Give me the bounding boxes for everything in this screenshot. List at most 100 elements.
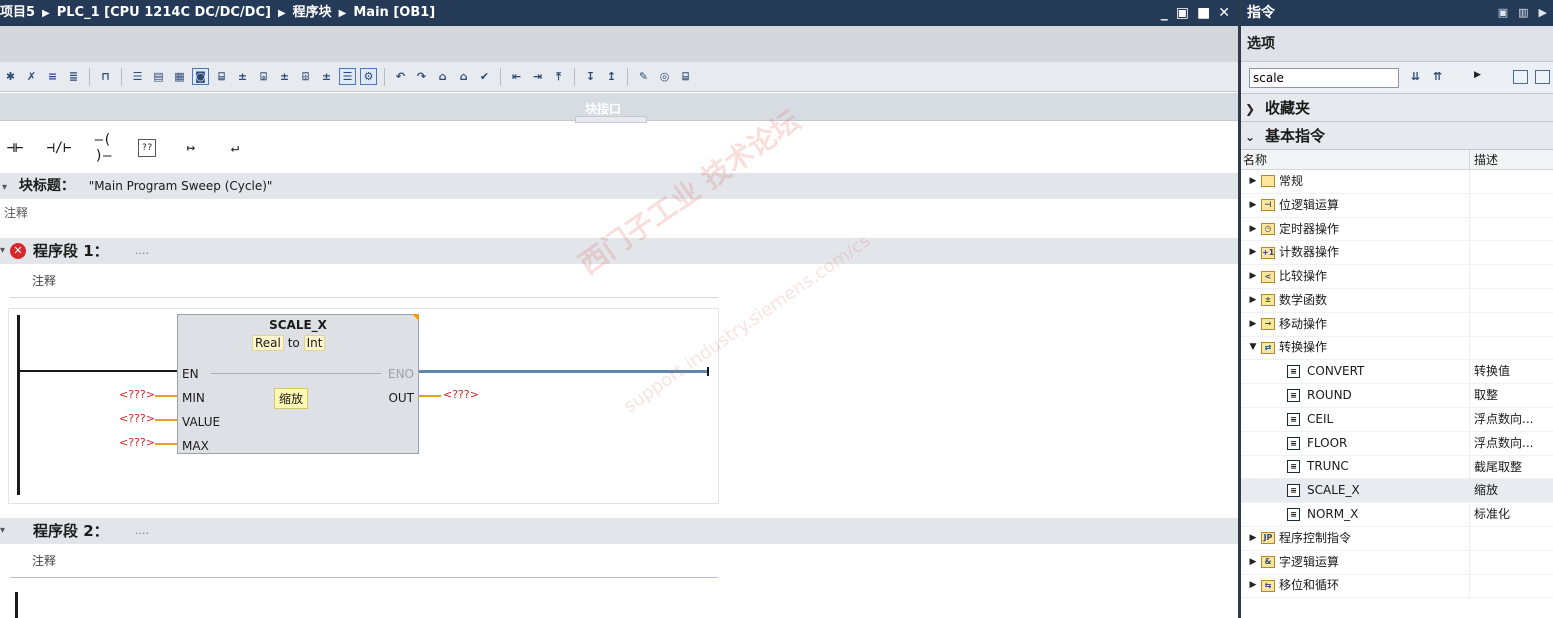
close-icon[interactable]: ✕ [1218, 0, 1230, 26]
instruction-folder[interactable]: ▶ ◷ 定时器操作 [1241, 217, 1553, 242]
instruction-item[interactable]: ≡ FLOOR 浮点数向... [1241, 431, 1553, 456]
collapsed-arrow-icon[interactable]: ▶ [1247, 194, 1259, 217]
collapsed-arrow-icon[interactable]: ▶ [1247, 218, 1259, 241]
collapse-arrow-icon[interactable]: ▾ [0, 238, 5, 264]
call-hierarchy-icon[interactable]: ⌂ [434, 68, 451, 85]
maximize-icon[interactable]: ■ [1197, 0, 1210, 26]
instruction-item[interactable]: ≡ CEIL 浮点数向... [1241, 407, 1553, 432]
open-branch-icon[interactable]: ↦ [176, 140, 206, 156]
instruction-item[interactable]: ≡ SCALE_X 缩放 [1241, 479, 1553, 504]
type-out-select[interactable]: Int [303, 335, 326, 351]
instruction-item[interactable]: ≡ TRUNC 截尾取整 [1241, 455, 1553, 480]
collapsed-arrow-icon[interactable]: ▶ [1247, 265, 1259, 288]
db-icon[interactable]: ⌸ [677, 68, 694, 85]
open-branch-icon[interactable]: ⊓ [97, 68, 114, 85]
search-up-icon[interactable]: ⇈ [1433, 70, 1442, 83]
absolute-address-icon[interactable]: ⌺ [255, 68, 272, 85]
monitoring-on-icon[interactable]: ↶ [392, 68, 409, 85]
no-contact-icon[interactable]: ⊣⊢ [0, 140, 30, 156]
value-operand[interactable]: <???> [119, 412, 155, 425]
table-view-icon[interactable]: ▤ [150, 68, 167, 85]
collapsed-arrow-icon[interactable]: ▶ [1247, 527, 1259, 550]
instruction-folder[interactable]: ▶ → 移动操作 [1241, 312, 1553, 337]
cross-reference-icon[interactable]: ⌂ [455, 68, 472, 85]
list-view-icon[interactable] [1535, 70, 1550, 84]
split-pane-icon[interactable]: ▥ [1518, 0, 1528, 26]
search-input[interactable] [1249, 68, 1399, 88]
append-row-icon[interactable]: ≣ [65, 68, 82, 85]
collapsed-arrow-icon[interactable]: ▶ [1247, 241, 1259, 264]
compile-icon[interactable]: ✔ [476, 68, 493, 85]
search-down-icon[interactable]: ⇊ [1411, 70, 1420, 83]
block-title-row[interactable]: ▾ 块标题： "Main Program Sweep (Cycle)" [0, 173, 1238, 199]
watch-icon[interactable]: ◎ [656, 68, 673, 85]
view-toggle-icon[interactable] [1513, 70, 1528, 84]
network-1-comment[interactable]: 注释 [10, 268, 718, 298]
go-next-error-icon[interactable]: ⇥ [529, 68, 546, 85]
basic-instructions-section[interactable]: ⌄ 基本指令 [1241, 122, 1553, 150]
breadcrumb-project[interactable]: 项目5 [0, 0, 35, 26]
operand-info-icon[interactable]: ⌹ [297, 68, 314, 85]
expanded-arrow-icon[interactable]: ▼ [1247, 337, 1259, 360]
empty-box-icon[interactable]: ?? [138, 139, 156, 157]
insert-row-icon[interactable]: ≡ [44, 68, 61, 85]
upload-icon[interactable]: ↥ [603, 68, 620, 85]
nc-contact-icon[interactable]: ⊣/⊢ [44, 140, 74, 156]
max-operand[interactable]: <???> [119, 436, 155, 449]
go-first-icon[interactable]: ⤒ [550, 68, 567, 85]
block-title-value[interactable]: "Main Program Sweep (Cycle)" [89, 179, 273, 193]
float-pane-icon[interactable]: ▣ [1498, 0, 1508, 26]
instruction-folder[interactable]: ▶ ⇆ 移位和循环 [1241, 574, 1553, 599]
network-1-header[interactable]: ▾ ✕ 程序段 1： .... [0, 238, 1238, 264]
instruction-folder[interactable]: ▶ & 字逻辑运算 [1241, 550, 1553, 575]
column-description[interactable]: 描述 [1469, 150, 1553, 169]
comment-toggle-icon[interactable]: ◙ [192, 68, 209, 85]
out-operand[interactable]: <???> [443, 388, 479, 401]
monitoring-off-icon[interactable]: ↷ [413, 68, 430, 85]
network-view-icon[interactable]: ☰ [129, 68, 146, 85]
instruction-item[interactable]: ≡ NORM_X 标准化 [1241, 503, 1553, 527]
instruction-folder[interactable]: ▶ ⊣ 位逻辑运算 [1241, 193, 1553, 218]
go-previous-error-icon[interactable]: ⇤ [508, 68, 525, 85]
float-window-icon[interactable]: ▣ [1176, 0, 1189, 26]
instruction-folder[interactable]: ▶ 常规 [1241, 170, 1553, 194]
collapse-arrow-icon[interactable]: ▶ [1539, 0, 1547, 26]
options-header[interactable]: 选项 [1241, 26, 1553, 62]
network-2-header[interactable]: ▾ 程序段 2： .... [0, 518, 1238, 544]
block-interface-icon[interactable]: ⚙ [360, 68, 377, 85]
modify-icon[interactable]: ✎ [635, 68, 652, 85]
interface-splitter-handle[interactable] [575, 116, 647, 123]
block-comment[interactable]: 注释 [4, 204, 28, 221]
toggle-display-icon[interactable]: ± [276, 68, 293, 85]
breadcrumb-plc[interactable]: PLC_1 [CPU 1214C DC/DC/DC] [57, 0, 271, 26]
collapsed-arrow-icon[interactable]: ▶ [1247, 289, 1259, 312]
breadcrumb-program-blocks[interactable]: 程序块 [293, 0, 332, 26]
instruction-item[interactable]: ≡ ROUND 取整 [1241, 384, 1553, 408]
search-options-arrow-icon[interactable]: ▶ [1474, 70, 1481, 80]
network-2-comment[interactable]: 注释 [10, 548, 718, 578]
minimize-icon[interactable]: _ [1161, 0, 1168, 26]
coil-icon[interactable]: —( )— [88, 132, 118, 164]
insert-network-icon[interactable]: ✱ [2, 68, 19, 85]
breadcrumb-main-ob1[interactable]: Main [OB1] [353, 0, 435, 26]
download-icon[interactable]: ↧ [582, 68, 599, 85]
favorites-bar-icon[interactable]: ☰ [339, 68, 356, 85]
collapsed-arrow-icon[interactable]: ▶ [1247, 170, 1259, 193]
instruction-item[interactable]: ≡ CONVERT 转换值 [1241, 360, 1553, 385]
scale-x-box[interactable]: SCALE_X Real to Int EN MIN VALUE MAX ENO… [177, 314, 419, 454]
zoom-icon[interactable]: ± [318, 68, 335, 85]
delete-network-icon[interactable]: ✗ [23, 68, 40, 85]
network-2-title-value[interactable]: .... [135, 518, 149, 544]
instruction-folder[interactable]: ▶ JP 程序控制指令 [1241, 526, 1553, 551]
collapsed-arrow-icon[interactable]: ▶ [1247, 575, 1259, 598]
close-branch-icon[interactable]: ↵ [220, 140, 250, 156]
type-in-select[interactable]: Real [252, 335, 284, 351]
collapsed-arrow-icon[interactable]: ▶ [1247, 313, 1259, 336]
favorites-section[interactable]: ❯ 收藏夹 [1241, 94, 1553, 122]
symbol-address-icon[interactable]: ⌸ [213, 68, 230, 85]
instruction-folder[interactable]: ▶ +1 计数器操作 [1241, 241, 1553, 266]
collapse-arrow-icon[interactable]: ▾ [2, 182, 7, 193]
collapsed-arrow-icon[interactable]: ▶ [1247, 551, 1259, 574]
collapse-arrow-icon[interactable]: ▾ [0, 518, 5, 544]
expand-collapse-icon[interactable]: ± [234, 68, 251, 85]
